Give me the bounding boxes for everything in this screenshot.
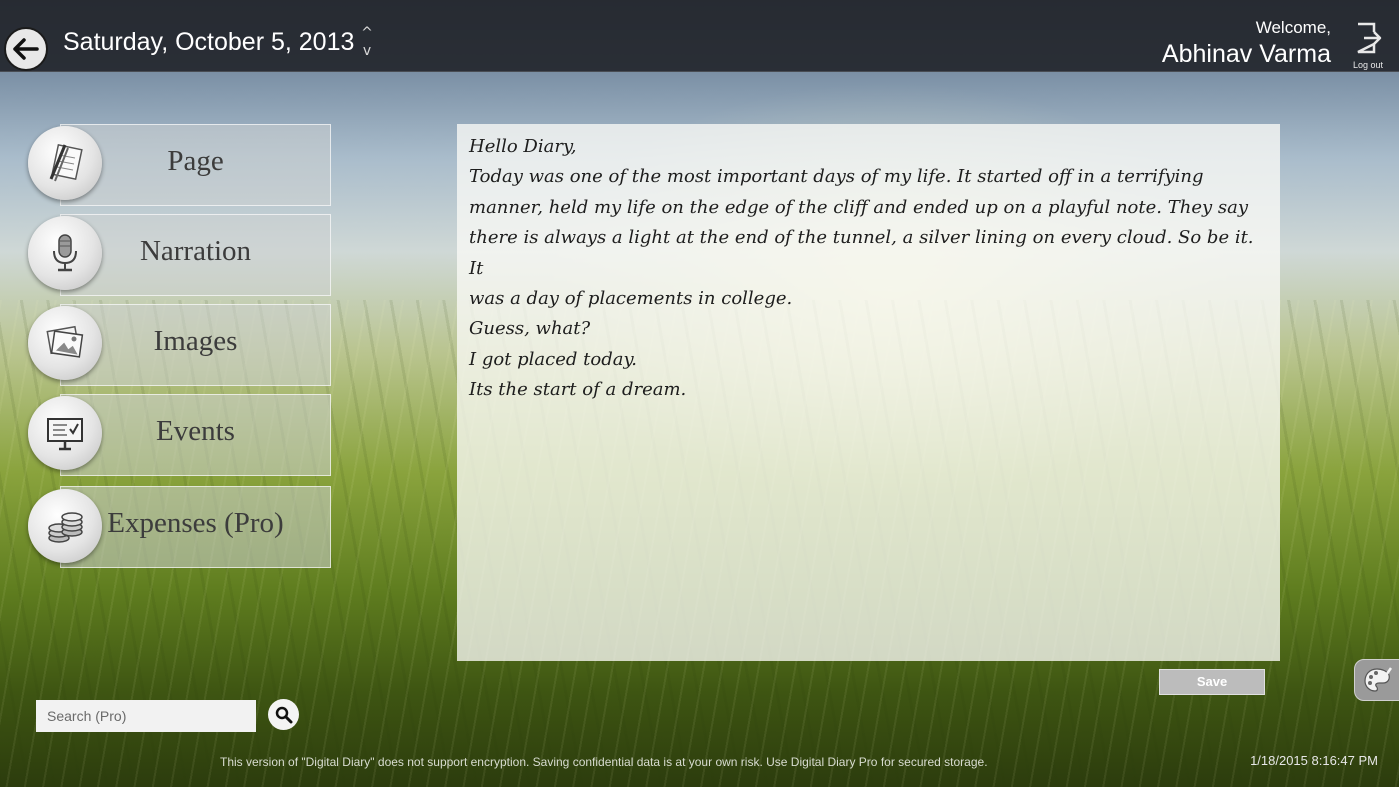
photos-icon[interactable]	[28, 306, 102, 380]
welcome-text: Welcome,	[1255, 18, 1331, 37]
arrow-left-icon	[13, 38, 39, 60]
current-date: Saturday, October 5, 2013	[63, 28, 355, 56]
date-navigator: ^ v	[360, 26, 374, 66]
previous-date-button[interactable]: ^	[360, 26, 374, 44]
next-date-button[interactable]: v	[360, 44, 374, 62]
timestamp: 1/18/2015 8:16:47 PM	[1250, 753, 1378, 768]
user-name: Abhinav Varma	[1161, 40, 1331, 68]
top-bar: Saturday, October 5, 2013 ^ v Welcome, A…	[0, 0, 1399, 72]
logout-label: Log out	[1352, 60, 1384, 70]
back-button[interactable]	[4, 27, 48, 71]
diary-editor[interactable]: Hello Diary, Today was one of the most i…	[457, 124, 1280, 661]
palette-icon	[1364, 667, 1393, 692]
search-input[interactable]	[36, 700, 256, 732]
microphone-icon[interactable]	[28, 216, 102, 290]
encryption-notice: This version of "Digital Diary" does not…	[220, 755, 988, 769]
logout-icon	[1357, 22, 1382, 54]
pen-paper-icon[interactable]	[28, 126, 102, 200]
welcome-block: Welcome, Abhinav Varma	[1162, 18, 1331, 69]
search-button[interactable]	[268, 699, 299, 730]
diary-entry-text[interactable]: Hello Diary, Today was one of the most i…	[469, 132, 1268, 652]
search-icon	[275, 706, 292, 723]
theme-button[interactable]	[1354, 659, 1399, 701]
logout-button[interactable]: Log out	[1349, 22, 1387, 72]
save-button[interactable]: Save	[1159, 669, 1265, 695]
coins-icon[interactable]	[28, 489, 102, 563]
presentation-board-icon[interactable]	[28, 396, 102, 470]
